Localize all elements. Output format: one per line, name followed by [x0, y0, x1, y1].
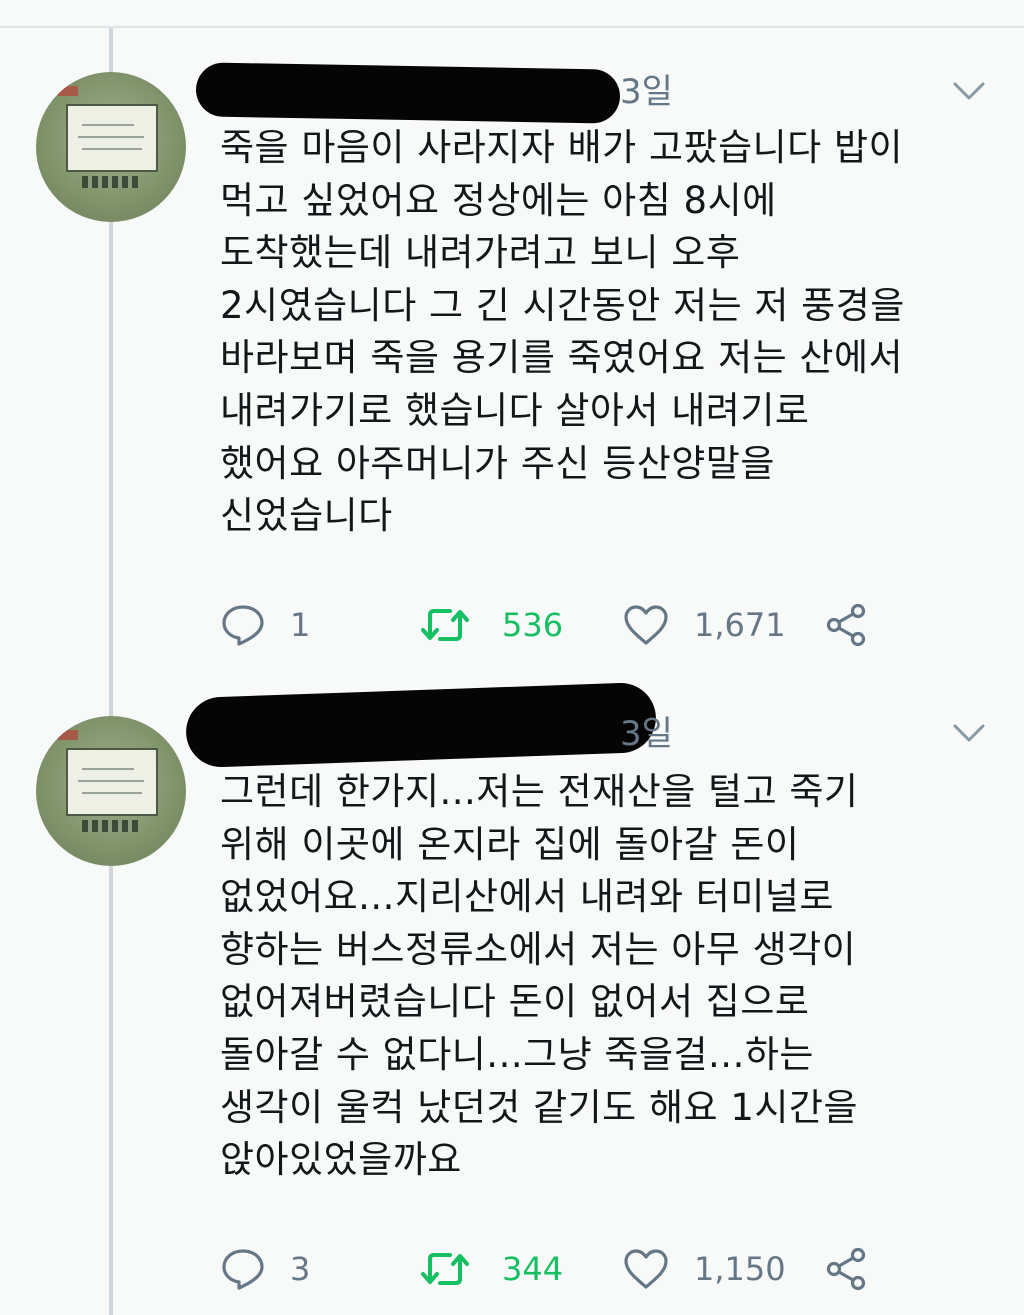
tweet-text-line: 바라보며 죽을 용기를 죽였어요 저는 산에서	[220, 336, 904, 380]
share-icon	[826, 603, 866, 647]
thread-line	[109, 28, 113, 74]
reply-icon	[222, 1249, 264, 1290]
retweet-button[interactable]: 536	[420, 600, 563, 650]
tweet-text: 죽을 마음이 사라지자 배가 고팠습니다 밥이 먹고 싶었어요 정상에는 아침 …	[220, 122, 905, 543]
tweet-thread: 3일 죽을 마음이 사라지자 배가 고팠습니다 밥이 먹고 싶었어요 정상에는 …	[0, 0, 1024, 1315]
retweet-count: 344	[502, 1250, 564, 1288]
tweet-text-line: 죽을 마음이 사라지자 배가 고팠습니다 밥이	[220, 126, 904, 169]
like-button[interactable]: 1,671	[622, 600, 786, 650]
tweet-text-line: 도착했는데 내려가려고 보니 오후	[220, 231, 741, 275]
retweet-button[interactable]: 344	[420, 1244, 563, 1294]
retweet-count: 536	[502, 606, 564, 644]
reply-count: 1	[290, 606, 311, 644]
tweet-text-line: 내려가기로 했습니다 살아서 내려기로	[220, 388, 810, 432]
reply-button[interactable]: 1	[220, 600, 310, 650]
share-button[interactable]	[824, 1244, 870, 1294]
chevron-down-icon[interactable]	[952, 722, 986, 744]
tweet-timestamp[interactable]: 3일	[620, 714, 673, 754]
tweet-text-line: 없었어요...지리산에서 내려와 터미널로	[220, 875, 834, 919]
tweet-text-line: 위해 이곳에 온지라 집에 돌아갈 돈이	[220, 822, 800, 866]
tweet-text-line: 생각이 울컥 났던것 같기도 해요 1시간을	[220, 1085, 858, 1129]
avatar[interactable]	[36, 716, 186, 866]
thread-line	[109, 866, 113, 1315]
tweet-text-line: 향하는 버스정류소에서 저는 아무 생각이	[220, 927, 857, 971]
share-button[interactable]	[824, 600, 870, 650]
redacted-username	[184, 681, 658, 769]
retweet-icon	[421, 609, 469, 641]
like-icon	[624, 605, 668, 645]
reply-icon	[222, 605, 264, 646]
like-button[interactable]: 1,150	[622, 1244, 786, 1294]
tweet-text-line: 앉아있었을까요	[220, 1138, 462, 1182]
tweet-actions: 1 536 1,671	[220, 600, 880, 650]
like-count: 1,671	[694, 606, 786, 644]
avatar[interactable]	[36, 72, 186, 222]
like-icon	[624, 1249, 668, 1289]
tweet-text-line: 돌아갈 수 없다니...그냥 죽을걸...하는	[220, 1032, 814, 1076]
tweet-timestamp[interactable]: 3일	[620, 72, 673, 112]
retweet-icon	[421, 1253, 469, 1285]
tweet-text-line: 했어요 아주머니가 주신 등산양말을	[220, 441, 775, 485]
chevron-down-icon[interactable]	[952, 80, 986, 102]
tweet-text-line: 먹고 싶었어요 정상에는 아침 8시에	[220, 178, 777, 222]
like-count: 1,150	[694, 1250, 786, 1288]
divider	[0, 26, 1024, 28]
tweet-text-line: 2시였습니다 그 긴 시간동안 저는 저 풍경을	[220, 283, 905, 327]
tweet-text: 그런데 한가지...저는 전재산을 털고 죽기 위해 이곳에 온지라 집에 돌아…	[220, 766, 858, 1187]
share-icon	[826, 1247, 866, 1291]
reply-count: 3	[290, 1250, 311, 1288]
redacted-username	[195, 62, 621, 124]
tweet-text-line: 신었습니다	[220, 494, 393, 538]
tweet-text-line: 없어져버렸습니다 돈이 없어서 집으로	[220, 980, 810, 1024]
reply-button[interactable]: 3	[220, 1244, 310, 1294]
tweet-text-line: 그런데 한가지...저는 전재산을 털고 죽기	[220, 770, 859, 813]
thread-line	[109, 222, 113, 718]
tweet-actions: 3 344 1,150	[220, 1244, 880, 1294]
